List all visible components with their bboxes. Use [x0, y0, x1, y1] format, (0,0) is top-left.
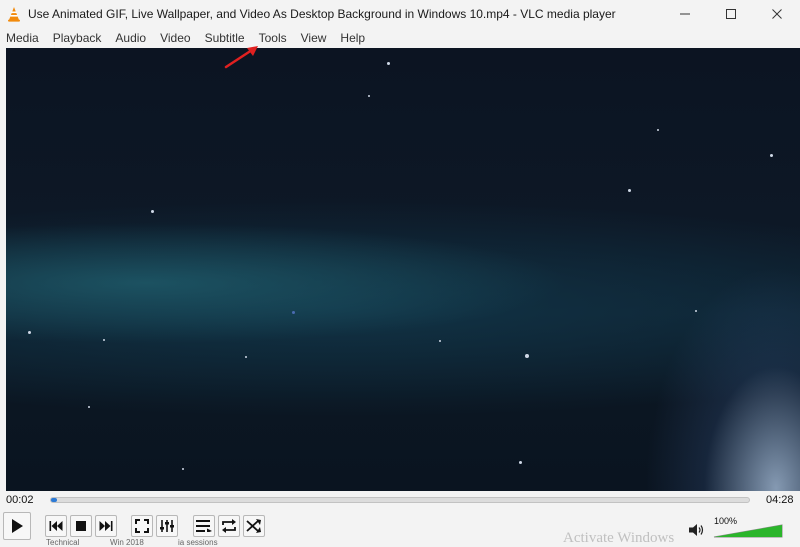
play-icon: [12, 519, 23, 533]
partial-text-3: ia sessions: [178, 538, 218, 547]
next-icon: [99, 521, 113, 531]
menu-bar: Media Playback Audio Video Subtitle Tool…: [0, 27, 800, 48]
previous-button[interactable]: [45, 515, 67, 537]
star: [292, 311, 295, 314]
star: [88, 406, 90, 408]
shuffle-icon: [246, 519, 261, 533]
menu-playback[interactable]: Playback: [47, 31, 110, 45]
seek-progress: [51, 498, 57, 502]
close-button[interactable]: [754, 0, 800, 27]
extended-settings-button[interactable]: [156, 515, 178, 537]
star: [103, 339, 105, 341]
minimize-icon: [680, 13, 690, 14]
menu-view[interactable]: View: [295, 31, 335, 45]
star: [439, 340, 441, 342]
playlist-icon: [196, 520, 212, 532]
total-time: 04:28: [766, 494, 794, 506]
menu-video[interactable]: Video: [154, 31, 198, 45]
star: [525, 354, 529, 358]
star: [368, 95, 370, 97]
playlist-button[interactable]: [193, 515, 215, 537]
menu-audio[interactable]: Audio: [109, 31, 154, 45]
star: [28, 331, 31, 334]
star: [182, 468, 184, 470]
loop-icon: [222, 519, 236, 533]
speaker-icon[interactable]: [689, 523, 705, 537]
close-icon: [772, 8, 782, 19]
partial-text-2: Win 2018: [110, 538, 144, 547]
fullscreen-icon: [135, 519, 149, 533]
shuffle-button[interactable]: [243, 515, 265, 537]
stop-icon: [76, 521, 86, 531]
star: [151, 210, 154, 213]
star: [770, 154, 773, 157]
extended-settings-icon: [160, 520, 174, 532]
annotation-arrow: [224, 46, 258, 69]
next-button[interactable]: [95, 515, 117, 537]
seek-slider[interactable]: [50, 497, 750, 503]
star: [387, 62, 390, 65]
play-button[interactable]: [3, 512, 31, 540]
menu-help[interactable]: Help: [334, 31, 373, 45]
volume-slider[interactable]: [712, 517, 784, 539]
star: [519, 461, 522, 464]
star: [695, 310, 697, 312]
maximize-button[interactable]: [708, 0, 754, 27]
menu-media[interactable]: Media: [0, 31, 47, 45]
loop-button[interactable]: [218, 515, 240, 537]
maximize-icon: [726, 8, 736, 19]
video-display[interactable]: [6, 48, 800, 491]
title-bar: Use Animated GIF, Live Wallpaper, and Vi…: [0, 0, 800, 27]
partial-text-1: Technical: [46, 538, 80, 547]
window-controls: [662, 0, 800, 27]
star: [245, 356, 247, 358]
previous-icon: [49, 521, 63, 531]
star: [657, 129, 659, 131]
activate-windows-watermark: Activate Windows: [563, 530, 675, 546]
elapsed-time: 00:02: [6, 494, 34, 506]
stop-button[interactable]: [70, 515, 92, 537]
time-bar: 00:02 04:28: [0, 491, 800, 509]
window-title: Use Animated GIF, Live Wallpaper, and Vi…: [28, 6, 616, 21]
vlc-cone-icon: [8, 6, 20, 22]
minimize-button[interactable]: [662, 0, 708, 27]
star: [628, 189, 631, 192]
fullscreen-button[interactable]: [131, 515, 153, 537]
